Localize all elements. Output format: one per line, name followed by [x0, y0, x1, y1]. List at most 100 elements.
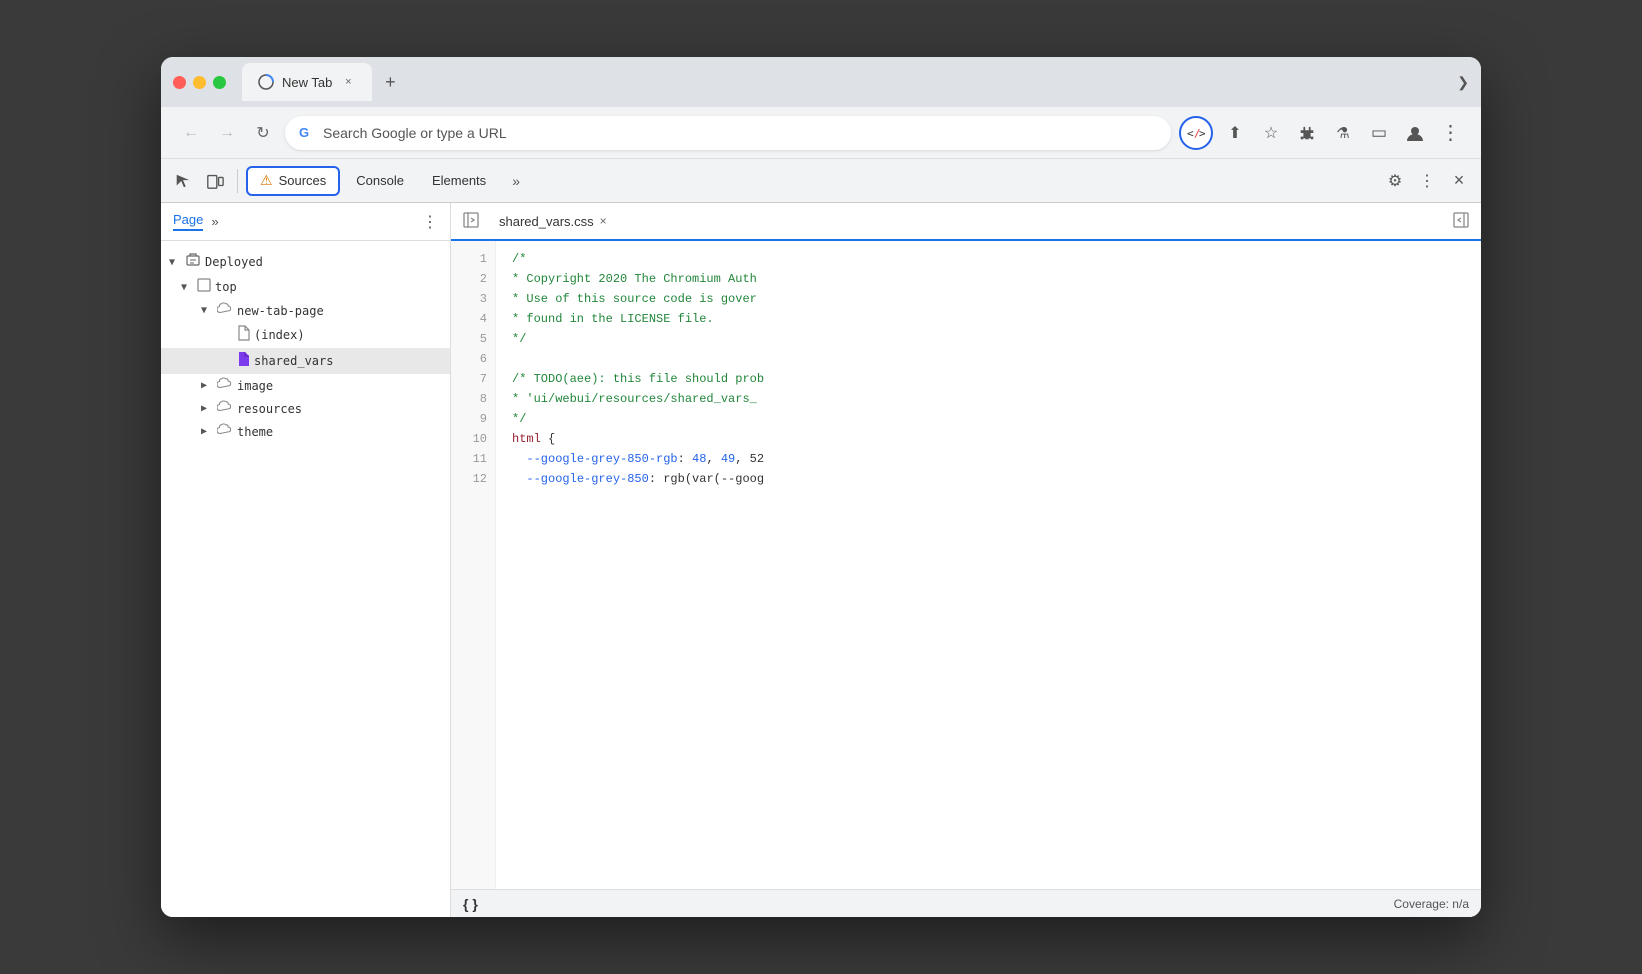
more-options-button[interactable]: ⋮ — [1437, 119, 1465, 147]
tree-item-index[interactable]: (index) — [161, 322, 450, 348]
back-button[interactable]: ← — [177, 119, 205, 147]
code-line-12: --google-grey-850: rgb(var(--goog — [512, 469, 1465, 489]
address-text: Search Google or type a URL — [323, 125, 507, 141]
file-tree: ▼ Deployed ▼ — [161, 241, 450, 917]
refresh-button[interactable]: ↻ — [249, 119, 277, 147]
code-line-9: */ — [512, 409, 1465, 429]
devtools-toolbar: ⚠ Sources Console Elements » ⚙ ⋮ × — [161, 159, 1481, 203]
svg-text:>: > — [1199, 127, 1205, 140]
maximize-window-button[interactable] — [213, 76, 226, 89]
code-line-10: html { — [512, 429, 1465, 449]
share-button[interactable]: ⬆ — [1221, 119, 1249, 147]
tree-item-top[interactable]: ▼ top — [161, 275, 450, 299]
active-tab[interactable]: New Tab × — [242, 63, 372, 101]
tree-item-theme[interactable]: ▶ theme — [161, 420, 450, 443]
tree-item-resources[interactable]: ▶ resources — [161, 397, 450, 420]
editor-tab-bar: shared_vars.css × — [451, 203, 1481, 241]
tab-elements[interactable]: Elements — [420, 166, 498, 196]
code-line-6 — [512, 349, 1465, 369]
sidebar-more-tabs-icon[interactable]: » — [211, 214, 218, 229]
tree-item-shared-vars[interactable]: shared_vars — [161, 348, 450, 374]
inspector-tool-button[interactable] — [169, 167, 197, 195]
close-devtools-button[interactable]: × — [1445, 167, 1473, 195]
tab-console[interactable]: Console — [344, 166, 416, 196]
browser-window: New Tab × + ❯ ← → ↻ G Search Google or t… — [161, 57, 1481, 917]
editor-active-tab[interactable]: shared_vars.css × — [491, 210, 615, 233]
line-num-4: 4 — [451, 309, 495, 329]
tab-favicon — [258, 74, 274, 90]
code-content: 1 2 3 4 5 6 7 8 9 10 11 12 /* — [451, 241, 1481, 889]
elements-tab-label: Elements — [432, 173, 486, 188]
code-line-1: /* — [512, 249, 1465, 269]
settings-button[interactable]: ⚙ — [1381, 167, 1409, 195]
line-num-6: 6 — [451, 349, 495, 369]
image-label: image — [237, 379, 273, 393]
svg-text:<: < — [1187, 127, 1194, 140]
forward-button[interactable]: → — [213, 119, 241, 147]
devtools-panel: ⚠ Sources Console Elements » ⚙ ⋮ × Page … — [161, 159, 1481, 917]
more-devtools-options-button[interactable]: ⋮ — [1413, 167, 1441, 195]
deployed-icon — [185, 252, 201, 272]
code-lines: /* * Copyright 2020 The Chromium Auth * … — [496, 241, 1481, 889]
profile-button[interactable] — [1401, 119, 1429, 147]
device-toolbar-button[interactable] — [201, 167, 229, 195]
tree-item-deployed[interactable]: ▼ Deployed — [161, 249, 450, 275]
sidebar-options-button[interactable]: ⋮ — [422, 212, 438, 232]
theme-label: theme — [237, 425, 273, 439]
tree-item-image[interactable]: ▶ image — [161, 374, 450, 397]
collapse-editor-button[interactable] — [1453, 212, 1469, 231]
line-num-5: 5 — [451, 329, 495, 349]
toolbar-separator — [237, 169, 238, 193]
nav-bar: ← → ↻ G Search Google or type a URL < / … — [161, 107, 1481, 159]
line-num-1: 1 — [451, 249, 495, 269]
google-logo: G — [299, 125, 315, 141]
bookmark-button[interactable]: ☆ — [1257, 119, 1285, 147]
image-cloud-icon — [217, 377, 233, 394]
minimize-window-button[interactable] — [193, 76, 206, 89]
code-line-11: --google-grey-850-rgb: 48, 49, 52 — [512, 449, 1465, 469]
resources-cloud-icon — [217, 400, 233, 417]
sidebar-header: Page » ⋮ — [161, 203, 450, 241]
new-tab-page-cloud-icon — [217, 302, 233, 319]
editor-close-tab-button[interactable]: × — [600, 214, 607, 228]
more-tabs-button[interactable]: » — [502, 167, 530, 195]
line-num-3: 3 — [451, 289, 495, 309]
tree-arrow-top: ▼ — [181, 282, 193, 293]
close-window-button[interactable] — [173, 76, 186, 89]
pretty-print-button[interactable]: { } — [463, 896, 478, 912]
sources-tab-label: Sources — [279, 173, 327, 188]
theme-cloud-icon — [217, 423, 233, 440]
editor-file-name: shared_vars.css — [499, 214, 594, 229]
collapse-sidebar-button[interactable] — [463, 212, 479, 231]
new-tab-page-label: new-tab-page — [237, 304, 324, 318]
tab-close-button[interactable]: × — [340, 74, 356, 90]
sidebar-toggle-button[interactable]: ▭ — [1365, 119, 1393, 147]
tree-arrow-new-tab-page: ▼ — [201, 305, 213, 316]
index-file-icon — [237, 325, 250, 345]
devtools-toggle-button[interactable]: < / > — [1179, 116, 1213, 150]
top-icon — [197, 278, 211, 296]
devtools-body: Page » ⋮ ▼ — [161, 203, 1481, 917]
tree-arrow-resources: ▶ — [201, 403, 213, 414]
code-line-5: */ — [512, 329, 1465, 349]
tab-sources[interactable]: ⚠ Sources — [246, 166, 340, 196]
line-num-11: 11 — [451, 449, 495, 469]
top-label: top — [215, 280, 237, 294]
tree-arrow-theme: ▶ — [201, 426, 213, 437]
address-bar[interactable]: G Search Google or type a URL — [285, 116, 1171, 150]
line-num-9: 9 — [451, 409, 495, 429]
index-label: (index) — [254, 328, 305, 342]
sources-sidebar: Page » ⋮ ▼ — [161, 203, 451, 917]
extensions-button[interactable] — [1293, 119, 1321, 147]
deployed-label: Deployed — [205, 255, 263, 269]
tree-item-new-tab-page[interactable]: ▼ new-tab-page — [161, 299, 450, 322]
sidebar-page-tab[interactable]: Page — [173, 212, 203, 231]
tab-chevron-icon[interactable]: ❯ — [1457, 74, 1469, 91]
code-line-8: * 'ui/webui/resources/shared_vars_ — [512, 389, 1465, 409]
tree-arrow-deployed: ▼ — [169, 257, 181, 268]
new-tab-button[interactable]: + — [376, 68, 404, 96]
warning-icon: ⚠ — [260, 172, 273, 189]
code-line-2: * Copyright 2020 The Chromium Auth — [512, 269, 1465, 289]
tree-arrow-image: ▶ — [201, 380, 213, 391]
devtools-code-icon: < / > — [1187, 126, 1205, 140]
